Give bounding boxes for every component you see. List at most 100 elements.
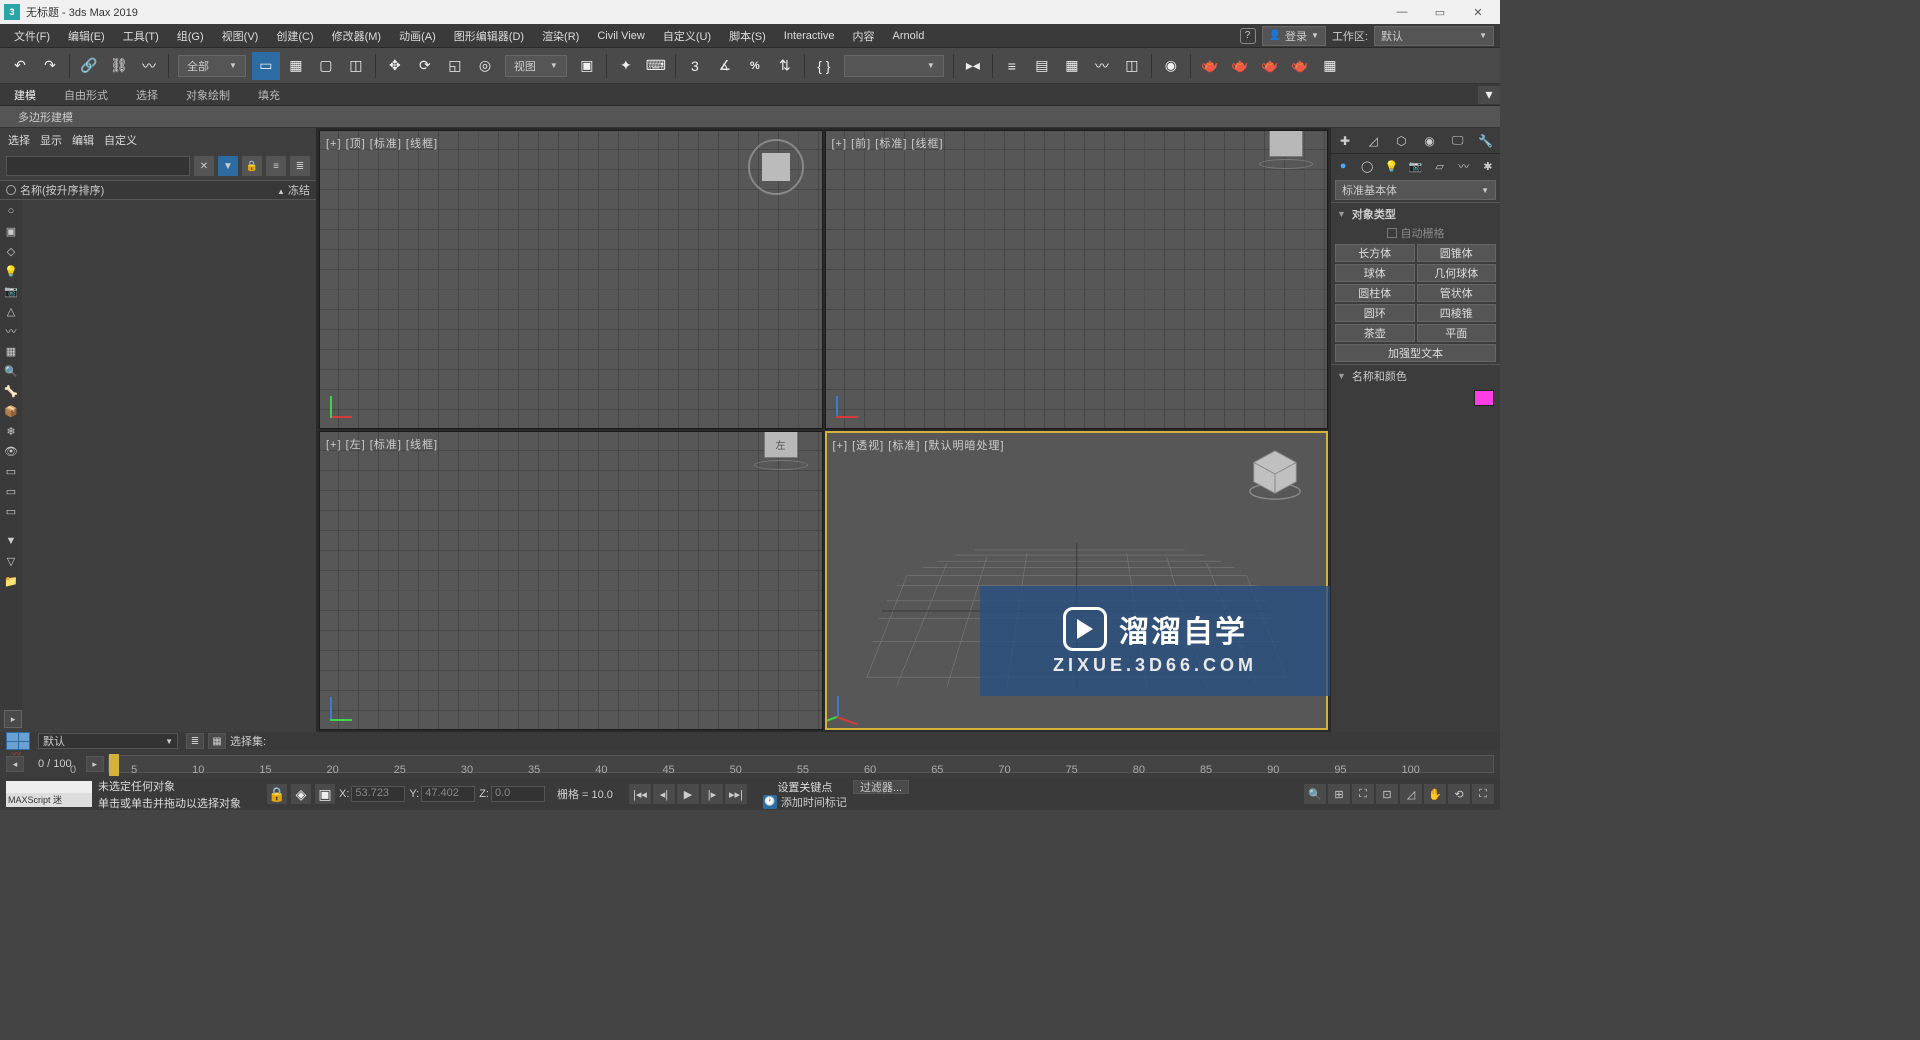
ribbon-tab-populate[interactable]: 填充 [244,85,294,105]
filter-funnel-icon[interactable]: ▼ [218,156,238,176]
named-selection-button[interactable]: { } [810,52,838,80]
filter-shape-icon[interactable]: ◇ [2,242,20,260]
coord-x-input[interactable]: 53.723 [351,786,405,802]
funnel2-icon[interactable]: ▽ [2,552,20,570]
menu-animation[interactable]: 动画(A) [391,26,444,46]
material-editor-button[interactable]: ◉ [1157,52,1185,80]
set-key-button[interactable]: 设置关键点 [777,779,832,795]
layer-stack-icon[interactable]: ≣ [186,733,204,749]
shapes-category-icon[interactable]: ◯ [1358,157,1376,175]
create-tab-icon[interactable]: ✚ [1335,131,1355,151]
menu-tools[interactable]: 工具(T) [115,26,167,46]
isolate-icon[interactable]: ▦ [208,733,226,749]
menu-arnold[interactable]: Arnold [885,28,933,44]
filter-a-icon[interactable]: ▭ [2,462,20,480]
expand-explorer-icon[interactable]: ▸ [4,710,22,728]
pan-button[interactable]: ✋ [1424,784,1446,804]
add-time-tag[interactable]: 添加时间标记 [781,794,847,810]
utilities-tab-icon[interactable]: 🔧 [1476,131,1496,151]
menu-grapheditors[interactable]: 图形编辑器(D) [446,26,532,46]
window-crossing-button[interactable]: ◫ [342,52,370,80]
snap-toggle-button[interactable]: 3 [681,52,709,80]
menu-civilview[interactable]: Civil View [589,28,652,44]
primitive-plane[interactable]: 平面 [1417,324,1497,342]
time-tag-icon[interactable]: 🕐 [763,795,777,809]
prev-frame-button[interactable]: ◂| [653,784,675,804]
render-iterative-button[interactable]: 🫖 [1286,52,1314,80]
scene-search-input[interactable] [6,156,190,176]
toggle-ribbon-button[interactable]: ▦ [1058,52,1086,80]
rectangle-region-button[interactable]: ▢ [312,52,340,80]
unlink-button[interactable]: ⛓ [105,52,133,80]
cameras-category-icon[interactable]: 📷 [1406,157,1424,175]
filter-spacewarp-icon[interactable]: 〰 [2,322,20,340]
viewport-perspective-label[interactable]: [+] [透视] [标准] [默认明暗处理] [833,437,1005,453]
zoom-button[interactable]: 🔍 [1304,784,1326,804]
ribbon-tab-selection[interactable]: 选择 [122,85,172,105]
bind-spacewarp-button[interactable]: 〰 [135,52,163,80]
viewport-left-label[interactable]: [+] [左] [标准] [线框] [326,436,438,452]
menu-customize[interactable]: 自定义(U) [655,26,719,46]
play-button[interactable]: ▶ [677,784,699,804]
scale-button[interactable]: ◱ [441,52,469,80]
isolate-selection-icon[interactable]: ◈ [291,784,311,804]
object-color-swatch[interactable] [1474,390,1494,406]
menu-create[interactable]: 创建(C) [268,26,321,46]
render-frame-button[interactable]: 🫖 [1226,52,1254,80]
help-icon[interactable]: ? [1240,28,1256,44]
viewport-top-label[interactable]: [+] [顶] [标准] [线框] [326,135,438,151]
viewcube-top[interactable] [748,139,804,195]
primitive-cone[interactable]: 圆锥体 [1417,244,1497,262]
menu-edit[interactable]: 编辑(E) [60,26,113,46]
rollout-name-color[interactable]: ▼名称和颜色 [1331,364,1500,386]
menu-file[interactable]: 文件(F) [6,26,58,46]
viewport-left[interactable]: [+] [左] [标准] [线框] 左 [319,431,823,730]
menu-scripting[interactable]: 脚本(S) [721,26,774,46]
coord-z-input[interactable]: 0.0 [491,786,545,802]
filter-b-icon[interactable]: ▭ [2,482,20,500]
minimize-button[interactable]: — [1384,2,1420,22]
primitive-tube[interactable]: 管状体 [1417,284,1497,302]
menu-interactive[interactable]: Interactive [776,28,843,44]
render-setup-button[interactable]: 🫖 [1196,52,1224,80]
redo-button[interactable]: ↷ [36,52,64,80]
hierarchy-tab-icon[interactable]: ⬡ [1391,131,1411,151]
percent-snap-button[interactable]: % [741,52,769,80]
link-button[interactable]: 🔗 [75,52,103,80]
mirror-button[interactable]: ▸◂ [959,52,987,80]
modify-tab-icon[interactable]: ◿ [1363,131,1383,151]
clear-search-icon[interactable]: ✕ [194,156,214,176]
render-in-cloud-button[interactable]: ▦ [1316,52,1344,80]
helpers-category-icon[interactable]: ▱ [1431,157,1449,175]
visibility-column-icon[interactable] [6,185,16,195]
schematic-view-button[interactable]: ◫ [1118,52,1146,80]
filter-frozen-icon[interactable]: ❄ [2,422,20,440]
sort-icon[interactable]: ≡ [266,156,286,176]
align-button[interactable]: ≡ [998,52,1026,80]
reference-coord-dropdown[interactable]: 视图▼ [505,55,567,77]
primitive-torus[interactable]: 圆环 [1335,304,1415,322]
viewport-top[interactable]: [+] [顶] [标准] [线框] [319,130,823,429]
filter-bone-icon[interactable]: 🦴 [2,382,20,400]
named-selection-dropdown[interactable]: ▼ [844,55,944,77]
primitive-sphere[interactable]: 球体 [1335,264,1415,282]
scene-tab-customize[interactable]: 自定义 [104,132,137,148]
close-button[interactable]: ✕ [1460,2,1496,22]
ribbon-tab-objectpaint[interactable]: 对象绘制 [172,85,244,105]
scene-list[interactable] [22,200,316,710]
primitive-pyramid[interactable]: 四棱锥 [1417,304,1497,322]
scene-tab-edit[interactable]: 编辑 [72,132,94,148]
viewcube-left[interactable]: 左 [760,431,802,464]
primitive-teapot[interactable]: 茶壶 [1335,324,1415,342]
geometry-category-icon[interactable]: ● [1334,157,1352,175]
scene-tab-display[interactable]: 显示 [40,132,62,148]
pivot-center-button[interactable]: ▣ [573,52,601,80]
ribbon-panel-polymodel[interactable]: 多边形建模 [8,107,83,127]
maxscript-mini-listener[interactable]: MAXScript 迷 [6,793,92,807]
rotate-button[interactable]: ⟳ [411,52,439,80]
folder-icon[interactable]: 📁 [2,572,20,590]
menu-modifiers[interactable]: 修改器(M) [324,26,390,46]
maximize-button[interactable]: ▭ [1422,2,1458,22]
undo-button[interactable]: ↶ [6,52,34,80]
spacewarps-category-icon[interactable]: 〰 [1455,157,1473,175]
